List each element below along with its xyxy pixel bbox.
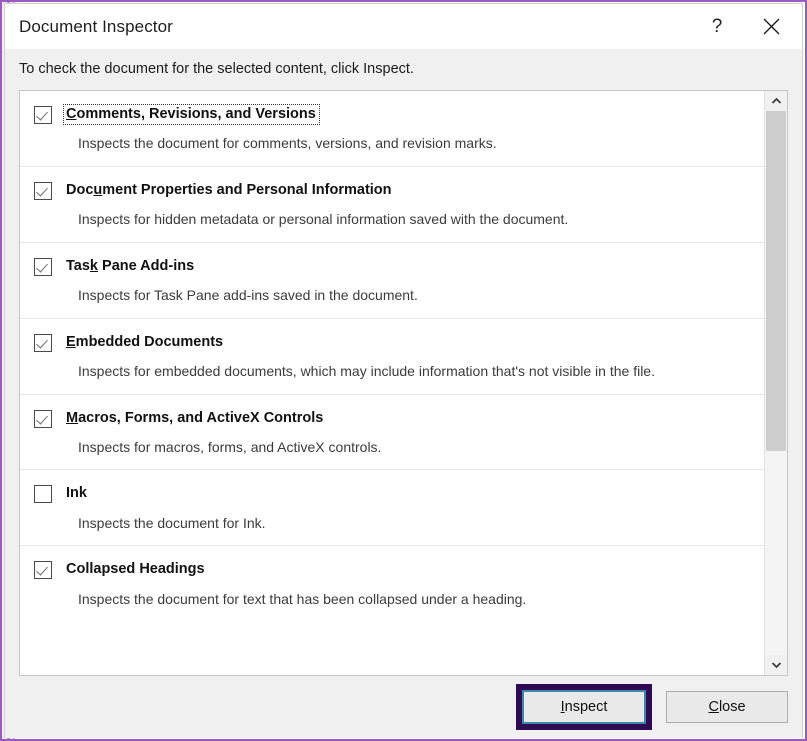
item-checkbox[interactable] xyxy=(34,333,52,352)
list-item[interactable]: Macros, Forms, and ActiveX Controls Insp… xyxy=(20,394,764,471)
list-item[interactable]: Comments, Revisions, and Versions Inspec… xyxy=(20,91,764,167)
item-label: Ink xyxy=(66,485,87,502)
list-item[interactable]: Document Properties and Personal Informa… xyxy=(20,166,764,243)
item-description: Inspects the document for Ink. xyxy=(78,514,266,531)
chevron-down-icon xyxy=(771,661,782,669)
list-item-header: Task Pane Add-ins xyxy=(20,257,764,276)
list-item[interactable]: Ink Inspects the document for Ink. xyxy=(20,470,764,547)
item-description: Inspects the document for text that has … xyxy=(78,590,527,607)
list-item[interactable]: Task Pane Add-ins Inspects for Task Pane… xyxy=(20,242,764,319)
scrollbar-thumb[interactable] xyxy=(766,111,786,451)
list-item-header: Document Properties and Personal Informa… xyxy=(20,181,764,200)
dialog-footer: Inspect Close xyxy=(5,676,802,738)
item-label: Macros, Forms, and ActiveX Controls xyxy=(66,409,324,426)
item-checkbox[interactable] xyxy=(34,106,52,124)
list-item-header: Macros, Forms, and ActiveX Controls xyxy=(20,409,764,428)
item-label: Comments, Revisions, and Versions xyxy=(63,103,320,126)
item-checkbox[interactable] xyxy=(34,409,52,428)
document-inspector-dialog: Document Inspector ? To check the docume… xyxy=(4,3,803,738)
dialog-titlebar: Document Inspector ? xyxy=(5,4,802,49)
chevron-up-icon xyxy=(771,97,782,105)
item-checkbox[interactable] xyxy=(34,561,52,580)
list-item-header: Ink xyxy=(20,484,764,504)
item-description: Inspects for embedded documents, which m… xyxy=(78,363,655,380)
dialog-body: Comments, Revisions, and Versions Inspec… xyxy=(5,90,802,676)
item-checkbox[interactable] xyxy=(34,181,52,200)
item-description: Inspects for hidden metadata or personal… xyxy=(78,211,569,228)
item-checkbox[interactable] xyxy=(34,257,52,276)
list-item-header: Comments, Revisions, and Versions xyxy=(20,103,764,126)
question-mark-icon: ? xyxy=(711,15,723,37)
item-checkbox[interactable] xyxy=(34,485,52,504)
item-description: Inspects the document for comments, vers… xyxy=(78,135,497,152)
item-label: Task Pane Add-ins xyxy=(66,257,195,274)
inspector-items-list: Comments, Revisions, and Versions Inspec… xyxy=(19,90,788,676)
list-item[interactable]: Collapsed Headings Inspects the document… xyxy=(20,546,764,622)
list-item[interactable]: Embedded Documents Inspects for embedded… xyxy=(20,318,764,395)
item-description: Inspects for Task Pane add-ins saved in … xyxy=(78,287,418,304)
list-item-header: Embedded Documents xyxy=(20,333,764,352)
item-description: Inspects for macros, forms, and ActiveX … xyxy=(78,438,382,455)
inspect-button[interactable]: Inspect xyxy=(522,690,646,724)
help-button[interactable]: ? xyxy=(694,4,740,49)
scrollbar-track[interactable] xyxy=(765,111,787,655)
scroll-up-button[interactable] xyxy=(765,91,787,111)
list-item-header: Collapsed Headings xyxy=(20,560,764,580)
close-x-icon xyxy=(763,18,780,35)
instruction-text: To check the document for the selected c… xyxy=(5,49,802,90)
item-label: Embedded Documents xyxy=(66,333,224,350)
item-label: Document Properties and Personal Informa… xyxy=(66,181,392,198)
close-button[interactable] xyxy=(748,4,794,49)
scroll-down-button[interactable] xyxy=(765,655,787,675)
inspector-items-scroll-area: Comments, Revisions, and Versions Inspec… xyxy=(20,91,764,675)
inspect-button-highlight: Inspect xyxy=(516,684,652,730)
dialog-title: Document Inspector xyxy=(19,16,173,36)
item-label: Collapsed Headings xyxy=(66,561,205,578)
list-scrollbar[interactable] xyxy=(764,91,787,675)
close-dialog-button[interactable]: Close xyxy=(666,691,788,723)
